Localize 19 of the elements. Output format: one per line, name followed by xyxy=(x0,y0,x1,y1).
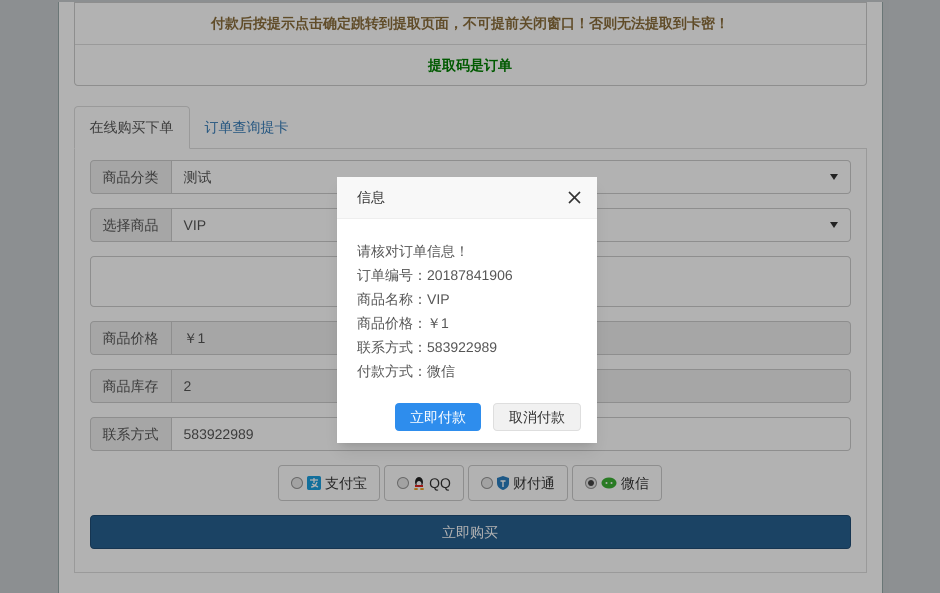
dialog-line: 订单编号：20187841906 xyxy=(357,266,514,285)
dialog-line: 付款方式：微信 xyxy=(357,362,456,381)
dialog-line: 商品价格：￥1 xyxy=(357,314,450,333)
field-value: 2 xyxy=(184,376,192,396)
field-label: 联系方式 xyxy=(90,417,172,451)
dialog-line: 请核对订单信息！ xyxy=(357,242,470,261)
field-value: 583922989 xyxy=(184,424,254,444)
field-label: 选择商品 xyxy=(90,208,172,242)
dialog-line: 联系方式：583922989 xyxy=(357,338,498,357)
field-label: 商品价格 xyxy=(90,321,172,355)
notice-text: 提取码是订单 xyxy=(428,56,512,74)
field-label: 商品分类 xyxy=(90,160,172,194)
field-label: 商品库存 xyxy=(90,369,172,403)
field-value: VIP xyxy=(184,216,206,234)
notice-text: 付款后按提示点击确定跳转到提取页面，不可提前关闭窗口！否则无法提取到卡密！ xyxy=(211,14,729,33)
dialog-title: 信息 xyxy=(357,188,385,207)
field-value: ￥1 xyxy=(184,328,206,348)
field-value: 测试 xyxy=(184,168,212,186)
dialog-line: 商品名称：VIP xyxy=(357,290,451,309)
